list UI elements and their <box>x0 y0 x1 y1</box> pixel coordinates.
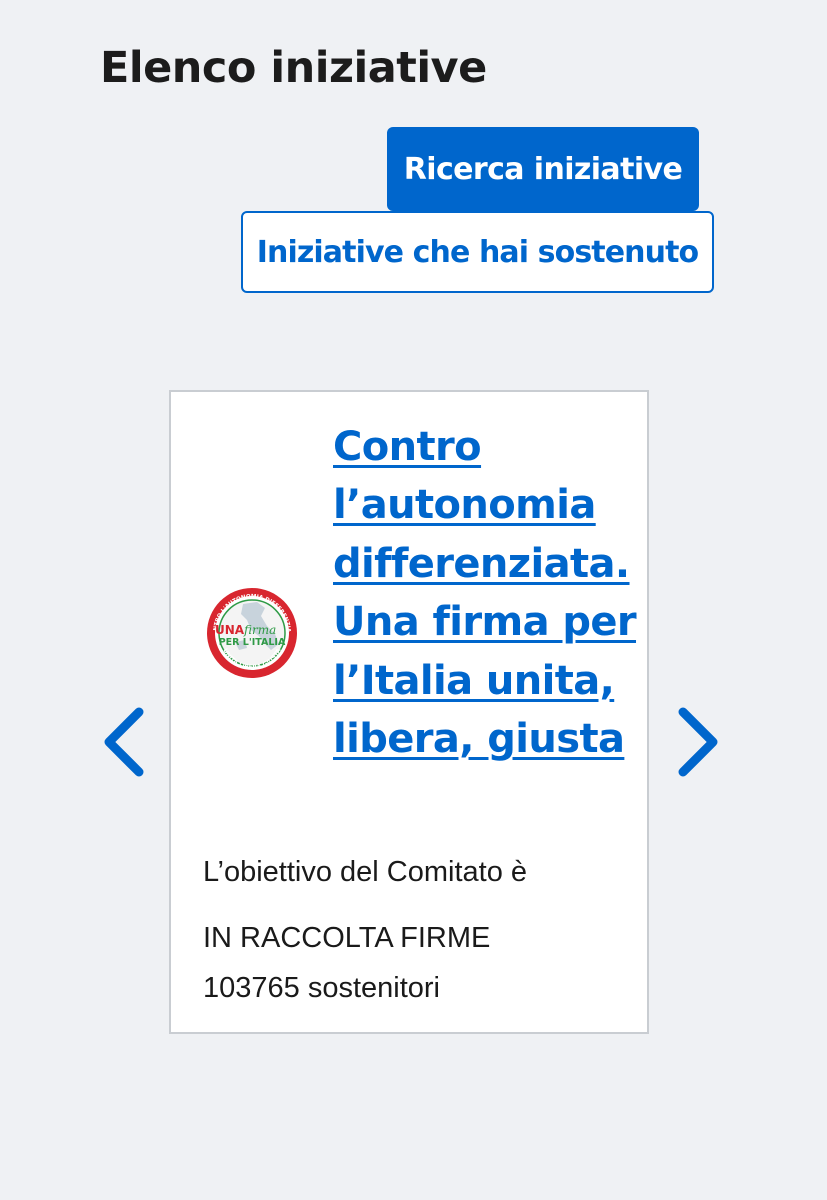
initiative-card: CONTRO L'AUTONOMIA DIFFERENZIATA UNITA L… <box>169 390 649 1034</box>
logo-text-firma: firma <box>243 623 276 637</box>
una-firma-per-italia-logo: CONTRO L'AUTONOMIA DIFFERENZIATA UNITA L… <box>205 586 297 678</box>
page-title: Elenco iniziative <box>100 43 487 93</box>
carousel-next-button[interactable] <box>667 700 727 784</box>
initiative-title-link[interactable]: Contro l’autonomia differenziata. Una fi… <box>333 418 643 768</box>
supported-initiatives-button[interactable]: Iniziative che hai sostenuto <box>241 211 714 293</box>
initiative-status: IN RACCOLTA FIRME <box>203 922 491 954</box>
carousel-prev-button[interactable] <box>95 700 155 784</box>
logo-text-una: UNA <box>215 623 245 637</box>
chevron-left-icon <box>104 707 144 777</box>
initiative-description: L’obiettivo del Comitato è <box>203 856 528 888</box>
initiative-supporters-count: 103765 sostenitori <box>203 972 440 1004</box>
search-initiatives-button[interactable]: Ricerca iniziative <box>387 127 699 211</box>
logo-text-per-italia: PER L'ITALIA <box>219 637 286 648</box>
chevron-right-icon <box>678 707 718 777</box>
